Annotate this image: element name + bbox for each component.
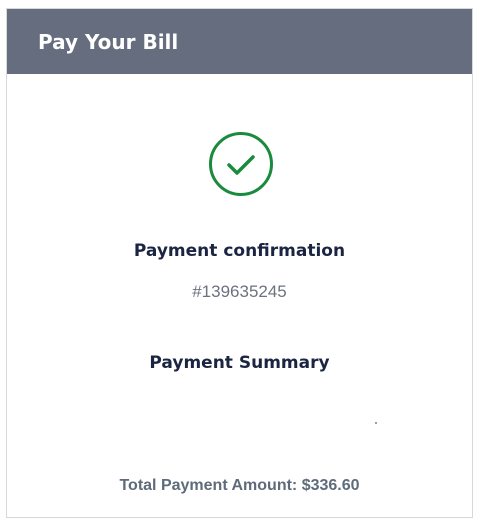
pay-bill-card: Pay Your Bill Payment confirmation #1396… — [6, 8, 473, 518]
page-title: Pay Your Bill — [38, 29, 179, 54]
check-circle-icon — [208, 131, 274, 197]
total-payment-amount: Total Payment Amount: $336.60 — [119, 477, 360, 494]
confirmation-number: #139635245 — [192, 282, 287, 301]
card-body: Payment confirmation #139635245 Payment … — [7, 74, 472, 519]
payment-confirmation-heading: Payment confirmation — [133, 241, 346, 261]
payment-summary-heading: Payment Summary — [149, 353, 330, 373]
card-header: Pay Your Bill — [7, 9, 472, 74]
summary-placeholder-dot — [375, 422, 377, 424]
